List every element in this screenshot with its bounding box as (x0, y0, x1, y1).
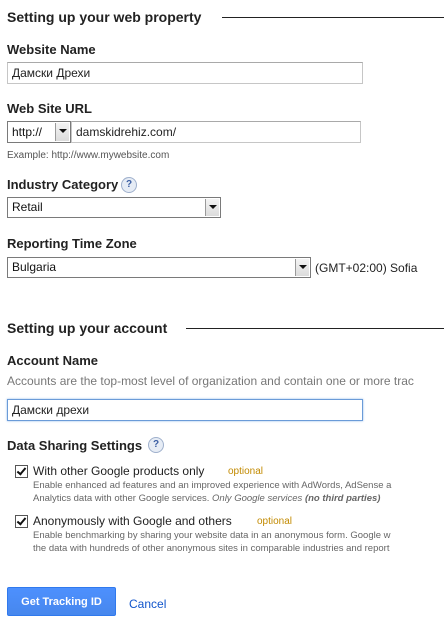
time-zone-country-value: Bulgaria (12, 260, 57, 274)
share-google-products-desc-line1: Enable enhanced ad features and an impro… (33, 480, 392, 491)
help-icon[interactable]: ? (121, 177, 137, 193)
time-zone-country-select[interactable]: Bulgaria (7, 257, 311, 278)
account-name-label: Account Name (7, 353, 99, 368)
share-anonymously-desc-line1: Enable benchmarking by sharing your webs… (33, 530, 391, 541)
section-title-account: Setting up your account (7, 320, 168, 336)
protocol-select-value: http:// (12, 125, 43, 139)
get-tracking-id-button[interactable]: Get Tracking ID (7, 587, 116, 616)
account-name-input[interactable] (7, 399, 363, 421)
share-anonymously-checkbox[interactable] (15, 515, 28, 528)
cancel-link[interactable]: Cancel (129, 597, 166, 611)
website-url-input[interactable] (71, 121, 361, 143)
protocol-select[interactable]: http:// (7, 121, 71, 143)
website-url-label: Web Site URL (7, 101, 92, 116)
chevron-down-icon (295, 259, 309, 276)
time-zone-offset: (GMT+02:00) Sofia (315, 261, 418, 275)
website-name-label: Website Name (7, 42, 96, 57)
share-google-products-checkbox[interactable] (15, 465, 28, 478)
data-sharing-label: Data Sharing Settings (7, 438, 143, 453)
section-divider (186, 328, 444, 329)
industry-category-value: Retail (12, 200, 43, 214)
industry-category-label: Industry Category (7, 177, 119, 192)
account-name-description: Accounts are the top-most level of organ… (7, 374, 414, 388)
help-icon[interactable]: ? (148, 437, 164, 453)
section-divider (222, 17, 444, 18)
share-anonymously-label[interactable]: Anonymously with Google and others (33, 514, 232, 528)
section-title-web-property: Setting up your web property (7, 9, 202, 25)
chevron-down-icon (205, 199, 219, 216)
website-name-input[interactable] (7, 62, 363, 84)
reporting-time-zone-label: Reporting Time Zone (7, 236, 137, 251)
chevron-down-icon (55, 123, 69, 141)
url-example-hint: Example: http://www.mywebsite.com (7, 150, 170, 161)
desc-strong: (no third parties) (304, 493, 381, 504)
desc-emphasis: Only Google services (212, 493, 305, 504)
optional-tag: optional (257, 516, 293, 527)
share-google-products-desc-line2: Analytics data with other Google service… (33, 492, 380, 505)
optional-tag: optional (228, 466, 264, 477)
share-anonymously-desc-line2: the data with hundreds of other anonymou… (33, 543, 390, 554)
share-google-products-label[interactable]: With other Google products only (33, 464, 204, 478)
desc-text: Analytics data with other Google service… (33, 493, 213, 504)
industry-category-select[interactable]: Retail (7, 197, 221, 218)
